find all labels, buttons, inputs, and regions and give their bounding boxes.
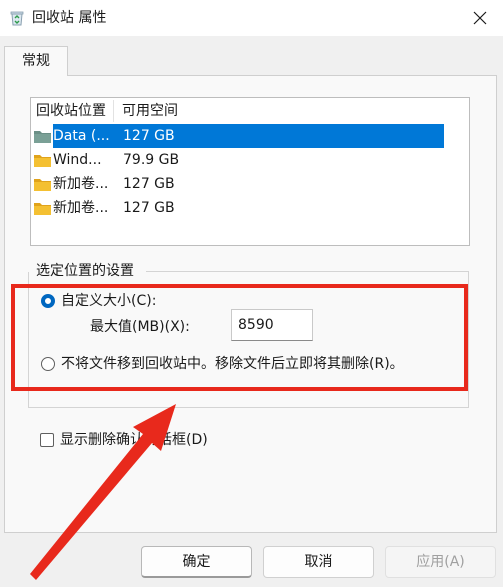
window-title: 回收站 属性: [32, 10, 107, 26]
confirm-delete-label[interactable]: 显示删除确认对话框(D): [60, 431, 208, 449]
max-size-label: 最大值(MB)(X):: [90, 319, 190, 335]
free-space-value: 127 GB: [123, 200, 175, 216]
column-header-free-space[interactable]: 可用空间: [122, 102, 178, 120]
list-header: 回收站位置 可用空间: [31, 98, 469, 124]
max-size-input[interactable]: [231, 309, 313, 341]
free-space-value: 127 GB: [123, 176, 175, 192]
ok-button[interactable]: 确定: [141, 546, 252, 578]
free-space-value: 127 GB: [115, 124, 444, 148]
apply-button[interactable]: 应用(A): [385, 546, 496, 578]
recycle-location-list[interactable]: 回收站位置 可用空间 Data (... 127 GB Wind... 79.9…: [30, 97, 470, 246]
location-name: Data (...: [53, 124, 115, 148]
group-divider: [146, 271, 469, 272]
no-recycle-label[interactable]: 不将文件移到回收站中。移除文件后立即将其删除(R)。: [61, 355, 404, 373]
custom-size-label[interactable]: 自定义大小(C):: [61, 292, 156, 310]
list-item[interactable]: 新加卷... 127 GB: [31, 172, 444, 196]
list-item[interactable]: Wind... 79.9 GB: [31, 148, 444, 172]
location-name: Wind...: [53, 152, 102, 168]
list-item[interactable]: 新加卷... 127 GB: [31, 196, 444, 220]
folder-icon: [34, 177, 51, 191]
drive-folder-icon: [34, 129, 51, 143]
settings-group-label: 选定位置的设置: [36, 263, 134, 279]
no-recycle-radio[interactable]: [41, 357, 55, 371]
location-name: 新加卷...: [53, 176, 109, 192]
folder-icon: [34, 153, 51, 167]
tab-general[interactable]: 常规: [4, 46, 68, 76]
folder-icon: [34, 201, 51, 215]
location-name: 新加卷...: [53, 200, 109, 216]
column-separator[interactable]: [113, 100, 114, 122]
title-bar: 回收站 属性: [0, 0, 503, 36]
custom-size-radio[interactable]: [41, 294, 55, 308]
free-space-value: 79.9 GB: [123, 152, 180, 168]
confirm-delete-checkbox[interactable]: [40, 433, 54, 447]
column-header-location[interactable]: 回收站位置: [36, 102, 106, 120]
cancel-button[interactable]: 取消: [263, 546, 374, 578]
list-item[interactable]: Data (... 127 GB: [31, 124, 444, 148]
close-icon: [473, 11, 487, 25]
close-button[interactable]: [457, 0, 503, 36]
recycle-bin-icon: [10, 10, 24, 26]
